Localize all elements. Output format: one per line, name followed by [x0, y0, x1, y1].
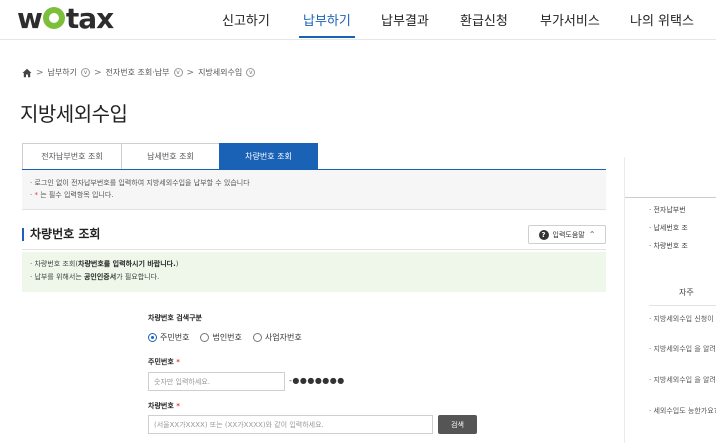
- aside-link[interactable]: · 전자납부번: [649, 205, 686, 215]
- radio-corporate-number[interactable]: 법인번호: [200, 332, 242, 343]
- faq-item[interactable]: · 지방세외수입 신청이 가능: [649, 314, 716, 325]
- guide-line: · 납부를 위해서는 공인인증서가 필요합니다.: [22, 271, 606, 284]
- aside-divider: [649, 305, 716, 306]
- breadcrumb-item-current[interactable]: 지방세외수입: [198, 67, 242, 78]
- guide-text: · 납부를 위해서는: [30, 273, 84, 281]
- page-title: 지방세외수입: [20, 102, 128, 126]
- resident-number-masked: -●●●●●●●: [289, 376, 345, 385]
- section-header: 차량번호 조회 ? 입력도움말 ⌃: [22, 225, 606, 250]
- aside-link[interactable]: · 납세번호 조: [649, 223, 688, 233]
- breadcrumb-separator: >: [186, 67, 195, 78]
- aside-link[interactable]: · 차량번호 조: [649, 241, 688, 251]
- notice-box: · 로그인 없이 전자납부번호를 입력하여 지방세외수입을 납부할 수 있습니다…: [22, 170, 606, 210]
- menu-item-payment-result[interactable]: 납부결과: [381, 10, 429, 29]
- quick-links-aside: · 전자납부번 · 납세번호 조 · 차량번호 조 자주 · 지방세외수입 신청…: [624, 157, 716, 443]
- menu-item-report[interactable]: 신고하기: [222, 10, 270, 29]
- notice-line: · 로그인 없이 전자납부번호를 입력하여 지방세외수입을 납부할 수 있습니다: [30, 179, 250, 187]
- faq-item[interactable]: · 지방세외수입 을 알려주세: [649, 375, 716, 386]
- radio-business-number[interactable]: 사업자번호: [252, 332, 302, 343]
- search-type-group: 주민번호 법인번호 사업자번호: [148, 332, 302, 343]
- breadcrumb-separator: >: [94, 67, 102, 78]
- breadcrumb: > 납부하기 v > 전자번호 조회·납부 v > 지방세외수입 v: [22, 67, 256, 78]
- breadcrumb-item-payment[interactable]: 납부하기: [48, 67, 77, 78]
- guide-bold: 차량번호를 입력하시기 바랍니다.: [78, 260, 176, 268]
- guide-text: ): [175, 260, 179, 268]
- tab-tax-number[interactable]: 납세번호 조회: [121, 143, 220, 170]
- guide-text: · 차량번호 조회(: [30, 260, 79, 268]
- menu-item-my-wetax[interactable]: 나의 위택스: [630, 10, 694, 29]
- notice-text: 는 필수 입력항목 입니다.: [40, 191, 114, 199]
- radio-label: 사업자번호: [264, 333, 302, 342]
- radio-unchecked-icon: [252, 333, 262, 342]
- tab-bar: 전자납부번호 조회 납세번호 조회 차량번호 조회: [22, 143, 318, 170]
- required-star: *: [176, 358, 180, 366]
- breadcrumb-separator: >: [36, 67, 44, 78]
- vehicle-number-input[interactable]: [148, 415, 433, 434]
- required-star: *: [176, 402, 180, 410]
- menu-item-refund[interactable]: 환급신청: [460, 10, 508, 29]
- faq-item[interactable]: · 세외수입도 능한가요?: [649, 406, 716, 417]
- guide-line: · 차량번호 조회(차량번호를 입력하시기 바랍니다.): [22, 258, 606, 271]
- home-icon[interactable]: [22, 68, 32, 78]
- chevron-up-icon: ⌃: [588, 230, 596, 239]
- search-type-label: 차량번호 검색구분: [148, 314, 202, 322]
- radio-resident-number[interactable]: 주민번호: [148, 332, 189, 343]
- faq-item[interactable]: · 지방세외수입 을 알려주세: [649, 344, 716, 355]
- guide-box: · 차량번호 조회(차량번호를 입력하시기 바랍니다.) · 납부를 위해서는 …: [22, 252, 606, 292]
- chevron-down-icon[interactable]: v: [246, 68, 256, 77]
- chevron-down-icon[interactable]: v: [173, 68, 183, 77]
- required-star: *: [34, 191, 38, 199]
- tab-vehicle-number[interactable]: 차량번호 조회: [219, 143, 318, 170]
- guide-text: 가 필요합니다.: [116, 273, 160, 281]
- tab-electronic-payment-number[interactable]: 전자납부번호 조회: [22, 143, 122, 170]
- resident-number-label: 주민번호 *: [148, 357, 180, 367]
- radio-label: 주민번호: [160, 333, 190, 342]
- chevron-down-icon[interactable]: v: [81, 68, 90, 77]
- label-text: 차량번호: [148, 402, 174, 410]
- menu-item-payment[interactable]: 납부하기: [299, 10, 355, 38]
- menu-item-extra-services[interactable]: 부가서비스: [540, 10, 600, 29]
- guide-bold: 공인인증서: [83, 273, 117, 281]
- label-text: 주민번호: [148, 358, 174, 366]
- search-button[interactable]: 검색: [438, 415, 477, 434]
- global-header: w tax 신고하기 납부하기 납부결과 환급신청 부가서비스 나의 위택스: [0, 0, 716, 40]
- section-title: 차량번호 조회: [22, 228, 100, 241]
- radio-checked-icon: [148, 333, 157, 342]
- question-icon: ?: [538, 229, 549, 240]
- input-help-button[interactable]: ? 입력도움말 ⌃: [528, 225, 606, 244]
- faq-title: 자주: [679, 288, 694, 297]
- wetax-logo[interactable]: w tax: [17, 2, 114, 35]
- aside-divider: [625, 197, 716, 198]
- radio-unchecked-icon: [200, 333, 210, 342]
- breadcrumb-item-electronic[interactable]: 전자번호 조회·납부: [106, 67, 170, 78]
- notice-line: · * 는 필수 입력항목 입니다.: [30, 191, 114, 199]
- resident-number-input[interactable]: [148, 372, 285, 391]
- radio-label: 법인번호: [212, 333, 242, 342]
- vehicle-number-label: 차량번호 *: [148, 401, 180, 411]
- help-label: 입력도움말: [552, 230, 585, 239]
